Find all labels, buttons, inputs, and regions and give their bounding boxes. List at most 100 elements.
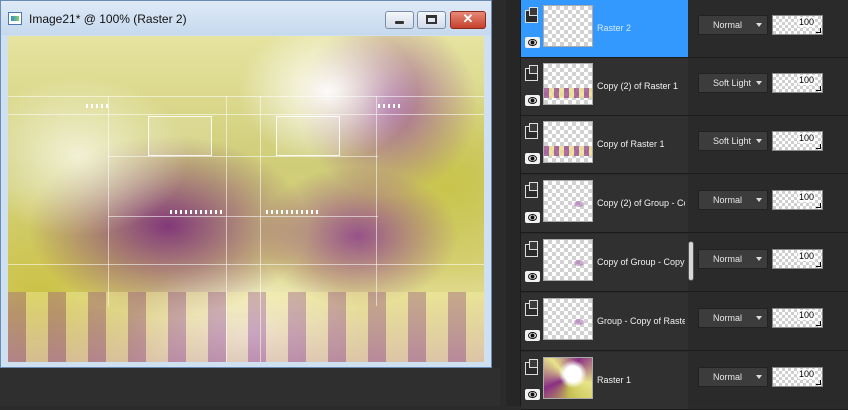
blend-mode-value: Normal: [713, 195, 743, 205]
blend-mode-value: Normal: [713, 20, 743, 30]
layer-row[interactable]: Raster 1 Normal 100: [521, 352, 848, 410]
guide-line: [8, 96, 484, 97]
layer-nameplate[interactable]: Copy of Raster 1: [521, 116, 688, 173]
frame-rectangle: [148, 116, 212, 156]
layer-nameplate[interactable]: Copy (2) of Group - Copy of Raster 1: [521, 175, 688, 232]
layer-name: Copy of Raster 1: [597, 139, 665, 149]
window-title: Image21* @ 100% (Raster 2): [29, 12, 187, 26]
close-button[interactable]: ✕: [450, 11, 486, 29]
layer-type-icon: [525, 65, 538, 81]
visibility-eye-icon[interactable]: [525, 153, 540, 164]
close-icon: ✕: [462, 11, 474, 26]
opacity-value: 100: [798, 369, 816, 379]
layers-palette: Raster 2 Normal 100 Copy (2) of Raster 1…: [506, 0, 848, 410]
opacity-value: 100: [798, 192, 816, 202]
layer-thumbnail: [543, 298, 593, 340]
layer-type-icon: [525, 359, 538, 375]
opacity-field[interactable]: 100: [772, 190, 823, 210]
window-titlebar[interactable]: Image21* @ 100% (Raster 2) ✕: [1, 1, 491, 35]
opacity-field[interactable]: 100: [772, 367, 823, 387]
chevron-down-icon: [756, 139, 762, 143]
layer-row[interactable]: Copy of Raster 1 Soft Light 100: [521, 116, 848, 174]
visibility-eye-icon[interactable]: [525, 330, 540, 341]
dot-row: [86, 104, 110, 108]
opacity-value: 100: [798, 133, 816, 143]
maximize-button[interactable]: [417, 11, 446, 29]
chevron-down-icon: [756, 375, 762, 379]
layer-nameplate[interactable]: Raster 2: [521, 0, 688, 57]
guide-line: [260, 96, 261, 362]
blend-mode-dropdown[interactable]: Normal: [698, 367, 768, 387]
blend-mode-dropdown[interactable]: Normal: [698, 190, 768, 210]
image-document-icon: [8, 12, 22, 25]
visibility-eye-icon[interactable]: [525, 37, 540, 48]
floor-pattern: [8, 292, 484, 362]
image-canvas[interactable]: [8, 36, 484, 362]
layer-type-icon: [525, 300, 538, 316]
guide-line: [226, 96, 227, 362]
chevron-down-icon: [756, 198, 762, 202]
blend-mode-value: Normal: [713, 372, 743, 382]
opacity-value: 100: [798, 310, 816, 320]
layer-name: Copy (2) of Group - Copy of Raster 1: [597, 198, 685, 208]
palette-edge: [506, 0, 521, 406]
blend-mode-dropdown[interactable]: Normal: [698, 15, 768, 35]
layer-thumbnail: [543, 180, 593, 222]
layer-thumbnail: [543, 63, 593, 105]
layer-name: Copy of Group - Copy of Raster 1: [597, 257, 685, 267]
chevron-down-icon: [756, 316, 762, 320]
layer-nameplate[interactable]: Copy of Group - Copy of Raster 1: [521, 234, 688, 291]
opacity-field[interactable]: 100: [772, 131, 823, 151]
visibility-eye-icon[interactable]: [525, 95, 540, 106]
panel-splitter-handle[interactable]: [688, 241, 694, 281]
visibility-eye-icon[interactable]: [525, 212, 540, 223]
opacity-value: 100: [798, 251, 816, 261]
layer-thumbnail: [543, 121, 593, 163]
layer-row[interactable]: Copy (2) of Group - Copy of Raster 1 Nor…: [521, 175, 848, 233]
visibility-eye-icon[interactable]: [525, 271, 540, 282]
image-window[interactable]: Image21* @ 100% (Raster 2) ✕: [0, 0, 492, 368]
layer-type-icon: [525, 7, 538, 23]
workspace-background: [0, 368, 500, 406]
layer-row[interactable]: Group - Copy of Raster 1 Normal 100: [521, 293, 848, 351]
opacity-field[interactable]: 100: [772, 73, 823, 93]
blend-mode-value: Normal: [713, 313, 743, 323]
layer-type-icon: [525, 182, 538, 198]
layer-row[interactable]: Raster 2 Normal 100: [521, 0, 848, 58]
opacity-value: 100: [798, 17, 816, 27]
guide-line: [108, 156, 378, 157]
layer-thumbnail: [543, 357, 593, 399]
layer-nameplate[interactable]: Copy (2) of Raster 1: [521, 58, 688, 115]
blend-mode-value: Soft Light: [713, 78, 752, 88]
opacity-field[interactable]: 100: [772, 15, 823, 35]
layer-name: Raster 1: [597, 375, 632, 385]
layer-row[interactable]: Copy of Group - Copy of Raster 1 Normal …: [521, 234, 848, 292]
layer-type-icon: [525, 241, 538, 257]
blend-mode-dropdown[interactable]: Normal: [698, 249, 768, 269]
opacity-value: 100: [798, 75, 816, 85]
blend-mode-value: Normal: [713, 254, 743, 264]
guide-line: [376, 96, 377, 306]
layer-thumbnail: [543, 239, 593, 281]
dot-row: [266, 210, 318, 214]
guide-line: [8, 114, 484, 115]
minimize-button[interactable]: [385, 11, 414, 29]
opacity-field[interactable]: 100: [772, 249, 823, 269]
visibility-eye-icon[interactable]: [525, 389, 540, 400]
frame-rectangle: [276, 116, 340, 156]
dot-row: [170, 210, 222, 214]
blend-mode-dropdown[interactable]: Normal: [698, 308, 768, 328]
blend-mode-dropdown[interactable]: Soft Light: [698, 73, 768, 93]
layer-nameplate[interactable]: Group - Copy of Raster 1: [521, 293, 688, 350]
layer-thumbnail: [543, 5, 593, 47]
chevron-down-icon: [756, 23, 762, 27]
guide-line: [8, 264, 484, 265]
guide-line: [108, 96, 109, 306]
opacity-field[interactable]: 100: [772, 308, 823, 328]
chevron-down-icon: [756, 81, 762, 85]
layer-row[interactable]: Copy (2) of Raster 1 Soft Light 100: [521, 58, 848, 116]
layer-nameplate[interactable]: Raster 1: [521, 352, 688, 409]
blend-mode-dropdown[interactable]: Soft Light: [698, 131, 768, 151]
chevron-down-icon: [756, 257, 762, 261]
layer-name: Copy (2) of Raster 1: [597, 81, 679, 91]
